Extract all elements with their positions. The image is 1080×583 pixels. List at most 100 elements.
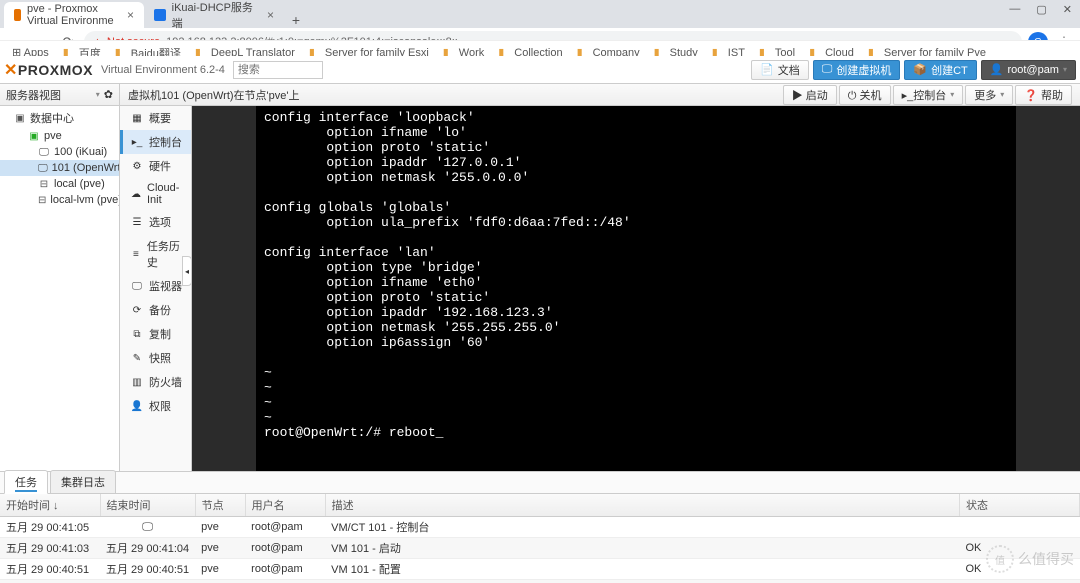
side-menu-备份[interactable]: ⟳备份 [120,298,191,322]
side-menu-快照[interactable]: ✎快照 [120,346,191,370]
menu-label: 硬件 [149,158,171,174]
menu-label: 备份 [149,302,171,318]
side-menu-任务历史[interactable]: ≡ 任务历史 [120,234,191,274]
tree-item-0[interactable]: ▣ 数据中心 [0,108,119,128]
vm-icon: 🖵 [38,146,50,158]
tree-item-2[interactable]: 🖵 100 (iKuai) [0,144,119,160]
menu-icon: 👤 [131,400,143,412]
create-vm-button[interactable]: 🖵 创建虚拟机 [813,60,901,80]
tree-label: 数据中心 [30,110,74,126]
tab-strip: pve - Proxmox Virtual Environme × iKuai-… [0,0,1080,28]
task-tab-0[interactable]: 任务 [4,470,48,494]
vm-icon: 🖵 [38,162,48,174]
pve-header: ✕PROXMOX Virtual Environment 6.2-4 📄 文档 … [0,56,1080,84]
tree-item-1[interactable]: ▣ pve [0,128,119,144]
side-menu-权限[interactable]: 👤 权限 [120,394,191,418]
cell-user: root@pam [245,517,325,538]
header-actions: 📄 文档 🖵 创建虚拟机 📦 创建CT 👤 root@pam ▾ [751,60,1076,80]
terminal[interactable]: config interface 'loopback' option ifnam… [256,106,1016,471]
menu-icon: ⚙ [131,160,143,172]
tree-label: 100 (iKuai) [54,146,107,158]
console-area[interactable]: config interface 'loopback' option ifnam… [192,106,1080,471]
col-2[interactable]: 节点 [195,494,245,517]
side-menu-防火墙[interactable]: ▥防火墙 [120,370,191,394]
action-帮助[interactable]: ❓ 帮助 [1015,85,1072,105]
action-启动[interactable]: ▶ 启动 [783,85,837,105]
create-ct-button[interactable]: 📦 创建CT [904,60,976,80]
table-row[interactable]: 五月 29 00:40:51 五月 29 00:40:51 pve root@p… [0,559,1080,580]
resource-tree: 服务器视图 ▾ ✿ ▣ 数据中心 ▣ pve 🖵 100 (iKuai) 🖵 1… [0,84,120,471]
browser-tab-1[interactable]: iKuai-DHCP服务端 × [144,2,284,28]
docs-button[interactable]: 📄 文档 [751,60,809,80]
action-控制台[interactable]: ▸_控制台 ▾ [893,85,964,105]
cell-start: 五月 29 00:40:51 [0,559,100,580]
cell-status: OK [960,580,1080,583]
tree-header[interactable]: 服务器视图 ▾ ✿ [0,84,119,106]
user-menu[interactable]: 👤 root@pam ▾ [981,60,1076,80]
action-关机[interactable]: ⏻ 关机 [839,85,891,105]
close-icon[interactable]: × [267,8,274,22]
tree-item-4[interactable]: ⊟ local (pve) [0,176,119,192]
server-icon: ▣ [14,112,26,124]
menu-label: 权限 [149,398,171,414]
menu-icon: ✎ [131,352,143,364]
menu-icon: ☁ [131,188,141,200]
label: 创建CT [931,62,968,78]
content-panel: 虚拟机101 (OpenWrt)在节点'pve'上 ▶ 启动⏻ 关机▸_控制台 … [120,84,1080,471]
table-row[interactable]: 五月 29 00:39:07 五月 29 00:40:39 pve root@p… [0,580,1080,583]
col-1[interactable]: 结束时间 [100,494,195,517]
content-header: 虚拟机101 (OpenWrt)在节点'pve'上 ▶ 启动⏻ 关机▸_控制台 … [120,84,1080,106]
tree-label: pve [44,130,62,142]
logo-text: PROXMOX [18,62,93,78]
search-input[interactable] [233,61,323,79]
side-menu-硬件[interactable]: ⚙ 硬件 [120,154,191,178]
collapse-handle[interactable]: ◂ [182,256,192,286]
col-0[interactable]: 开始时间 ↓ [0,494,100,517]
side-menu-概要[interactable]: ▦概要 [120,106,191,130]
cell-end: 五月 29 00:41:04 [100,538,195,559]
col-3[interactable]: 用户名 [245,494,325,517]
action-更多[interactable]: 更多 ▾ [965,85,1013,105]
cell-node: pve [195,559,245,580]
col-5[interactable]: 状态 [960,494,1080,517]
col-4[interactable]: 描述 [325,494,959,517]
new-tab-button[interactable]: + [284,12,308,28]
minimize-button[interactable]: — [1009,3,1020,16]
tasks-tabs: 任务集群日志 [0,472,1080,494]
menu-label: 防火墙 [149,374,182,390]
tree-item-5[interactable]: ⊟ local-lvm (pve) [0,192,119,208]
browser-tab-0[interactable]: pve - Proxmox Virtual Environme × [4,2,144,28]
side-menu-选项[interactable]: ☰选项 [120,210,191,234]
menu-label: 任务历史 [147,238,183,270]
cell-node: pve [195,580,245,583]
task-tab-1[interactable]: 集群日志 [50,470,116,493]
content-body: ▦概要▸_控制台 ⚙ 硬件 ☁Cloud-Init☰选项 ≡ 任务历史 🖵监视器⟳备份⧉复制… [120,106,1080,471]
settings-icon[interactable]: ✿ [104,88,113,101]
cell-user: root@pam [245,559,325,580]
cell-node: pve [195,517,245,538]
menu-icon: 🖵 [131,280,143,292]
cell-start: 五月 29 00:39:07 [0,580,100,583]
menu-label: 选项 [149,214,171,230]
chevron-down-icon: ▾ [96,90,100,99]
favicon-pve [14,9,21,21]
side-menu-监视器[interactable]: 🖵监视器 [120,274,191,298]
disk-icon: ⊟ [38,194,46,206]
side-menu-Cloud-Init[interactable]: ☁Cloud-Init [120,178,191,210]
maximize-button[interactable]: ▢ [1036,3,1046,16]
side-menu-控制台[interactable]: ▸_控制台 [120,130,191,154]
side-menu-复制[interactable]: ⧉复制 [120,322,191,346]
tab-title: pve - Proxmox Virtual Environme [27,3,121,27]
content-title: 虚拟机101 (OpenWrt)在节点'pve'上 [128,87,299,103]
menu-icon: ≡ [131,248,141,260]
table-row[interactable]: 五月 29 00:41:05 🖵 pve root@pam VM/CT 101 … [0,517,1080,538]
server-icon: ▣ [28,130,40,142]
close-icon[interactable]: × [127,8,134,22]
tab-title: iKuai-DHCP服务端 [172,0,261,31]
close-button[interactable]: ✕ [1063,3,1072,16]
cell-start: 五月 29 00:41:05 [0,517,100,538]
tree-header-label: 服务器视图 [6,87,61,103]
table-row[interactable]: 五月 29 00:41:03 五月 29 00:41:04 pve root@p… [0,538,1080,559]
menu-label: 控制台 [149,134,182,150]
tree-item-3[interactable]: 🖵 101 (OpenWrt) [0,160,119,176]
